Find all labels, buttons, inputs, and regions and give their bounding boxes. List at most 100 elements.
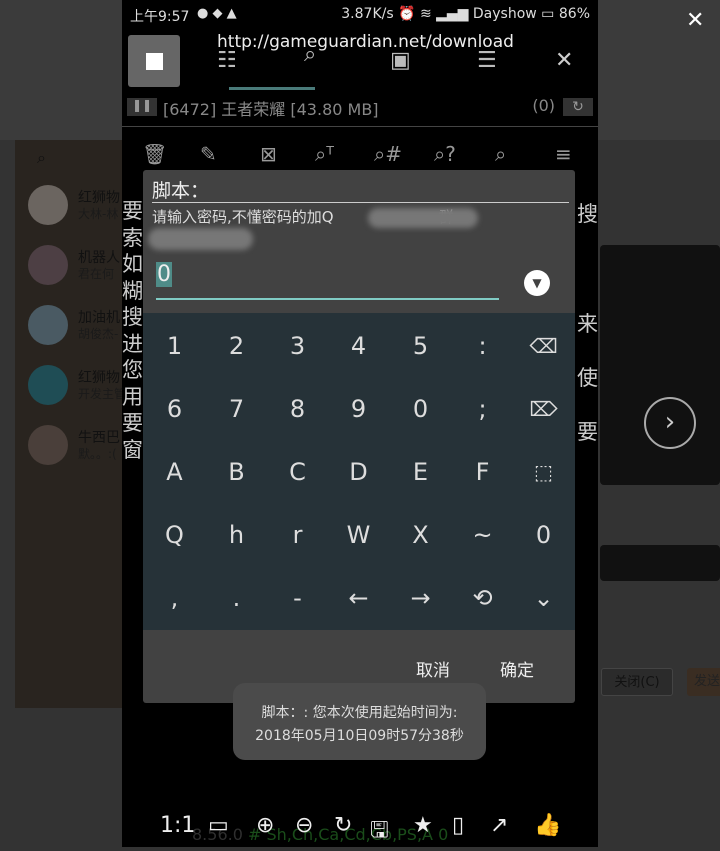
chat-preview: 君在何 [78,267,115,281]
share-icon[interactable]: ↗ [490,813,508,838]
chat-name: 加油机 [78,310,120,326]
chat-name: 牛西巴 [78,430,120,446]
key[interactable]: 3 [267,315,328,378]
chat-preview: 大林-林 [78,207,119,221]
save-icon[interactable]: ▣ [390,48,411,73]
key[interactable]: 0 [513,504,574,567]
divider [152,202,569,203]
key[interactable]: ; [452,378,513,441]
key[interactable]: ⌄ [513,567,574,630]
key[interactable]: 5 [390,315,451,378]
key[interactable]: h [206,504,267,567]
key[interactable]: r [267,504,328,567]
chat-preview: 默。。:( [78,447,117,461]
key[interactable]: 0 [390,378,451,441]
close-icon[interactable]: ✕ [555,48,573,73]
tab-indicator [229,87,315,90]
fit-screen-icon[interactable]: ▭ [208,813,229,838]
settings-sliders-icon[interactable]: ☷ [217,48,237,73]
key[interactable]: 4 [328,315,389,378]
chat-name: 机器人 [78,250,120,266]
status-right: 3.87K/s ⏰ ≋ ▂▄▆ Dayshow ▭ 86% [341,6,590,22]
search-icon[interactable]: ⌕ [304,42,316,67]
menu-icon[interactable]: ≡ [555,142,572,166]
search-icon[interactable]: ⌕ [495,142,506,166]
key[interactable]: A [144,441,205,504]
background-text-right: 来 [577,312,598,336]
key[interactable]: , [144,567,205,630]
cancel-button[interactable]: 取消 [416,656,450,681]
rotate-icon[interactable]: ↻ [334,813,352,838]
pause-button[interactable]: ❚❚ [127,98,157,116]
key[interactable]: → [390,567,451,630]
divider [122,126,598,127]
key[interactable]: - [267,567,328,630]
background-text-right: 要 [577,420,598,444]
key[interactable]: F [452,441,513,504]
key[interactable]: : [452,315,513,378]
zoom-in-icon[interactable]: ⊕ [256,813,274,838]
ok-button[interactable]: 确定 [500,656,534,681]
script-password-dialog: 脚本： 请输入密码,不懂密码的加Q群 0 ▼ 12345:⌫67890;⌦ABC… [143,170,575,703]
key[interactable]: 8 [267,378,328,441]
avatar [28,365,68,405]
key[interactable]: B [206,441,267,504]
list-icon[interactable]: ☰ [477,48,497,73]
chat-name: 红狮物 [78,370,120,386]
avatar [28,185,68,225]
close-button[interactable]: 关闭(C) [601,668,673,696]
chat-preview: 胡俊杰- [78,327,119,341]
key[interactable]: 6 [144,378,205,441]
key[interactable]: Q [144,504,205,567]
viewer-toolbar: 8.56.0 # Sh,Ch,Ca,Cd,Cb,PS,A 0 1:1 ▭ ⊕ ⊖… [122,805,598,847]
password-input[interactable]: 0 [156,262,499,300]
edit-icon[interactable]: ✎ [200,142,217,166]
key[interactable]: E [390,441,451,504]
close-icon[interactable]: ✕ [686,8,704,33]
zoom-out-icon[interactable]: ⊖ [295,813,313,838]
version-text: 8.56.0 # Sh,Ch,Ca,Cd,Cb,PS,A 0 [192,825,449,844]
trash-icon[interactable]: 🗑 [142,142,167,166]
actual-size-button[interactable]: 1:1 [160,813,195,838]
keyboard: 1 2 3 4 5: ⌫ 6 7 8 9 0; ⌦ A B C D E F ⬚ Qh r W X ~0,. - ← → ⟲ ⌄ [143,313,575,630]
chat-preview: 开发主管 [78,387,127,401]
search-number-icon[interactable]: ⌕# [374,142,402,166]
key[interactable]: ⌦ [513,378,574,441]
key[interactable]: X [390,504,451,567]
key[interactable]: 9 [328,378,389,441]
chat-name: 红狮物 [78,190,120,206]
send-button[interactable]: 发送 [687,668,720,696]
search-fuzzy-icon[interactable]: ⌕? [434,142,456,166]
delete-x-icon[interactable]: ⊠ [260,142,277,166]
save-icon[interactable]: 🖫 [370,813,389,851]
key[interactable]: ⌫ [513,315,574,378]
refresh-button[interactable]: ↻ [563,98,593,116]
key[interactable]: 2 [206,315,267,378]
key[interactable]: 1 [144,315,205,378]
key[interactable]: ~ [452,504,513,567]
key[interactable]: W [328,504,389,567]
key[interactable]: 7 [206,378,267,441]
url-text: http://gameguardian.net/download [217,32,514,52]
stop-button[interactable] [128,35,180,87]
background-text-right: 使 [577,366,598,390]
bookmark-icon[interactable]: ★ [413,813,433,838]
key[interactable]: C [267,441,328,504]
key[interactable]: ⟲ [452,567,513,630]
search-icon[interactable]: ⌕ [37,148,46,168]
key[interactable]: D [328,441,389,504]
key[interactable]: ← [328,567,389,630]
process-name: [6472] 王者荣耀 [43.80 MB] [163,100,379,119]
thumbnail-screenshot[interactable] [600,545,720,581]
thumbnail-screenshot[interactable] [600,245,720,485]
avatar [28,305,68,345]
avatar [28,245,68,285]
thumbs-up-icon[interactable]: 👍 [534,813,561,838]
key[interactable]: ⬚ [513,441,574,504]
status-bar: 上午9:57 ● ◆ ▲ 3.87K/s ⏰ ≋ ▂▄▆ Dayshow ▭ 8… [122,0,598,30]
search-text-icon[interactable]: ⌕ᵀ [315,142,334,166]
key[interactable]: . [206,567,267,630]
dropdown-icon[interactable]: ▼ [524,270,550,296]
chevron-right-icon[interactable]: › [644,397,696,449]
tablet-icon[interactable]: ▯ [452,813,464,838]
